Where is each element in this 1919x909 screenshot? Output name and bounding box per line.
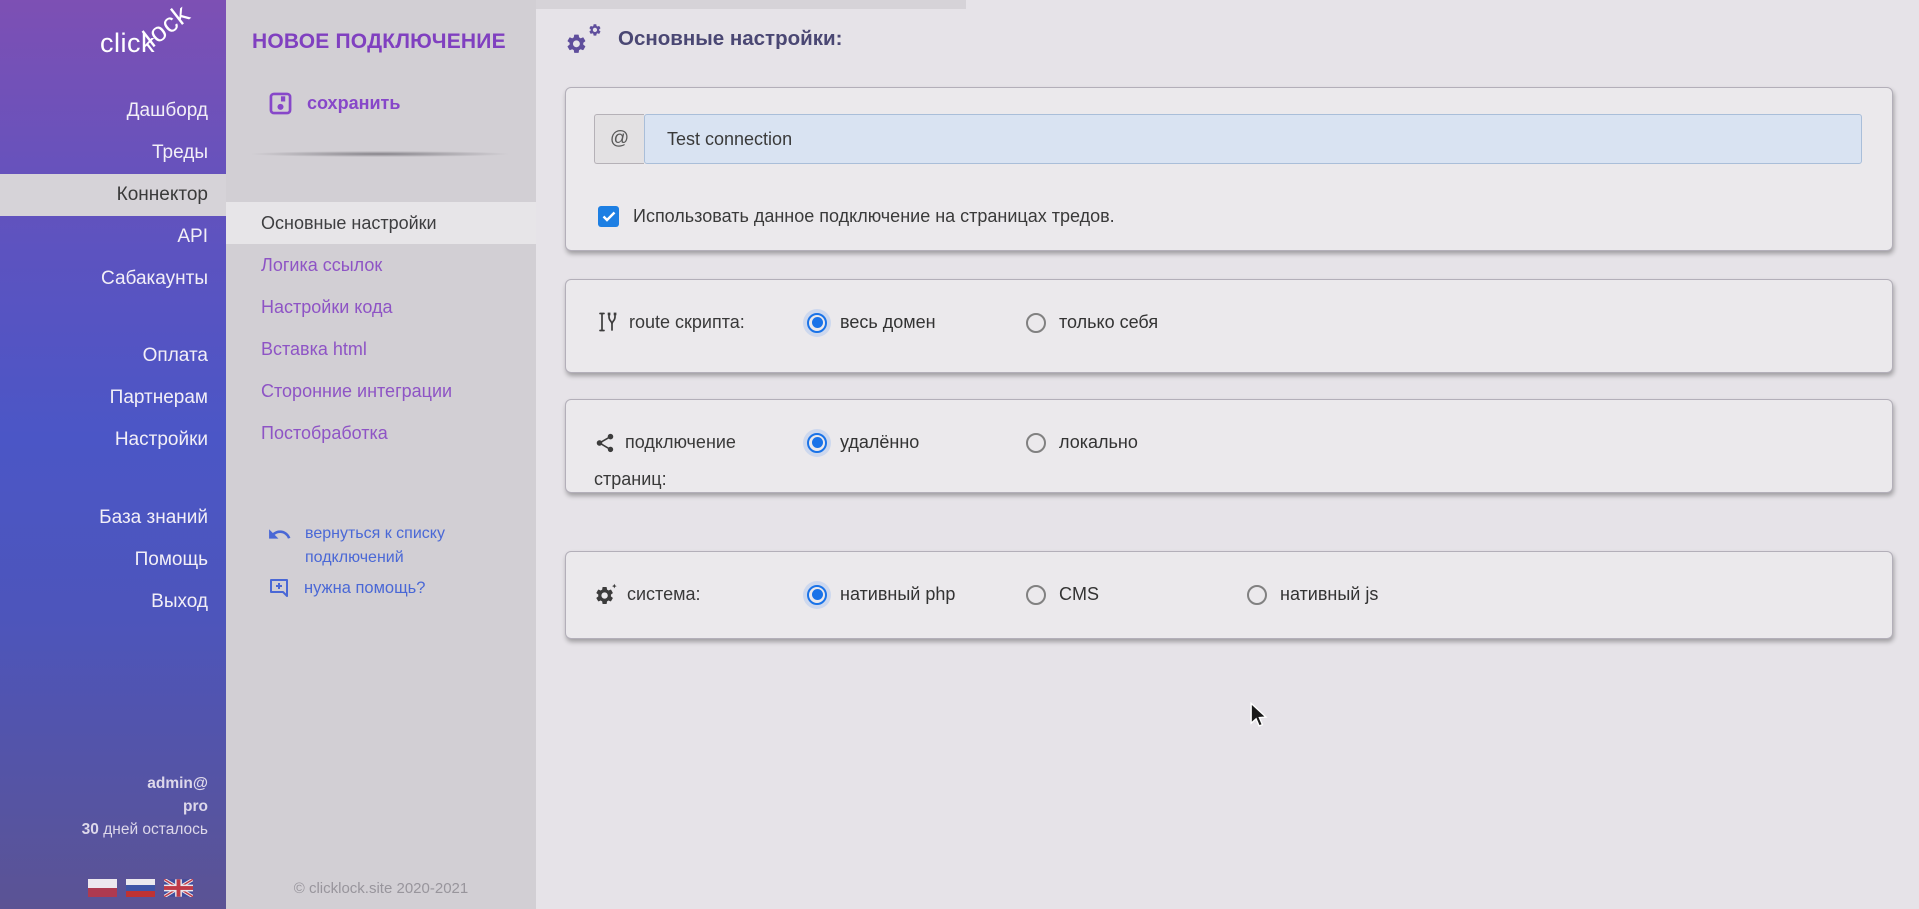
nav-basic-settings[interactable]: Основные настройки [226, 202, 536, 244]
page-connection-label: подключение страниц: [594, 424, 779, 498]
radio-selected[interactable] [807, 585, 827, 605]
sidebar-item-subaccounts[interactable]: Сабакаунты [0, 258, 226, 300]
radio-label: нативный php [840, 584, 955, 605]
sidebar-item-api[interactable]: API [0, 216, 226, 258]
top-edge-shadow [536, 0, 966, 9]
mouse-cursor [1246, 702, 1270, 728]
radio-label: только себя [1059, 312, 1158, 333]
account-info: admin@ pro 30 дней осталось [82, 772, 208, 841]
gears-icon [565, 22, 605, 56]
radio-option-only-self[interactable]: только себя [1026, 312, 1158, 333]
share-icon [594, 432, 616, 454]
radio-selected[interactable] [807, 433, 827, 453]
radio-option-whole-domain[interactable]: весь домен [807, 312, 936, 333]
threads-checkbox-label: Использовать данное подключение на стран… [633, 206, 1115, 227]
save-button[interactable]: сохранить [267, 90, 400, 117]
back-to-connections-link[interactable]: вернуться к списку подключений [267, 522, 510, 570]
sidebar-menu: Дашборд Треды Коннектор API Сабакаунты О… [0, 90, 226, 623]
system-label-text: система: [627, 584, 701, 604]
radio-option-cms[interactable]: CMS [1026, 584, 1099, 605]
uk-flag[interactable] [164, 879, 193, 897]
radio-option-remote[interactable]: удалённо [807, 432, 919, 453]
connection-panel: НОВОЕ ПОДКЛЮЧЕНИЕ сохранить Основные нас… [226, 0, 536, 909]
radio-unselected[interactable] [1026, 585, 1046, 605]
save-button-label: сохранить [307, 93, 400, 114]
nav-link-logic[interactable]: Логика ссылок [226, 244, 536, 286]
sidebar-item-threads[interactable]: Треды [0, 132, 226, 174]
threads-checkbox-row: Использовать данное подключение на стран… [598, 206, 1115, 227]
poland-flag[interactable] [88, 879, 117, 897]
page-connection-card: подключение страниц: удалённо локально [565, 399, 1893, 493]
account-login: admin@ [82, 772, 208, 795]
radio-unselected[interactable] [1026, 433, 1046, 453]
threads-checkbox[interactable] [598, 206, 619, 227]
nav-postprocessing[interactable]: Постобработка [226, 412, 536, 454]
nav-third-party[interactable]: Сторонние интеграции [226, 370, 536, 412]
radio-label: локально [1059, 432, 1138, 453]
connection-name-group: @ [594, 114, 1862, 164]
days-number: 30 [82, 821, 99, 838]
page-heading: Основные настройки: [565, 22, 842, 56]
undo-arrow-icon [267, 522, 292, 547]
save-floppy-icon [267, 90, 294, 117]
sidebar-item-help[interactable]: Помощь [0, 539, 226, 581]
radio-unselected[interactable] [1026, 313, 1046, 333]
radio-label: нативный js [1280, 584, 1378, 605]
route-script-label-text: route скрипта: [629, 312, 745, 332]
russia-flag[interactable] [126, 879, 155, 897]
radio-option-native-php[interactable]: нативный php [807, 584, 955, 605]
radio-unselected[interactable] [1247, 585, 1267, 605]
main-content: Основные настройки: @ Использовать данно… [536, 0, 1919, 909]
sidebar-item-partners[interactable]: Партнерам [0, 377, 226, 419]
sidebar-item-logout[interactable]: Выход [0, 581, 226, 623]
section-nav: Основные настройки Логика ссылок Настрой… [226, 202, 536, 454]
checkmark-icon [602, 211, 616, 222]
radio-option-native-js[interactable]: нативный js [1247, 584, 1378, 605]
route-script-label: route скрипта: [594, 304, 779, 341]
nav-html-insert[interactable]: Вставка html [226, 328, 536, 370]
connection-name-card: @ Использовать данное подключение на стр… [565, 87, 1893, 251]
add-comment-icon [267, 576, 291, 600]
connection-name-input[interactable] [644, 114, 1862, 164]
copyright: © clicklock.site 2020-2021 [226, 880, 536, 897]
days-text: дней осталось [99, 821, 208, 838]
radio-label: удалённо [840, 432, 919, 453]
route-icon [594, 310, 620, 334]
sidebar-item-payment[interactable]: Оплата [0, 335, 226, 377]
radio-option-local[interactable]: локально [1026, 432, 1138, 453]
sidebar-item-settings[interactable]: Настройки [0, 419, 226, 461]
sidebar-item-dashboard[interactable]: Дашборд [0, 90, 226, 132]
system-label: система: [594, 576, 779, 613]
settings-suggest-icon [594, 583, 618, 606]
need-help-link[interactable]: нужна помощь? [267, 576, 425, 600]
panel-divider [252, 151, 508, 157]
back-link-label: вернуться к списку подключений [305, 522, 510, 570]
uk-flag-icon [164, 879, 193, 897]
language-switcher [88, 879, 193, 897]
at-sign-addon: @ [594, 114, 644, 164]
help-link-label: нужна помощь? [304, 579, 425, 598]
radio-label: весь домен [840, 312, 936, 333]
radio-selected[interactable] [807, 313, 827, 333]
radio-label: CMS [1059, 584, 1099, 605]
sidebar-item-knowledge-base[interactable]: База знаний [0, 497, 226, 539]
nav-code-settings[interactable]: Настройки кода [226, 286, 536, 328]
account-days-left: 30 дней осталось [82, 818, 208, 841]
account-plan: pro [82, 795, 208, 818]
clicklock-logo[interactable]: click lock [0, 0, 226, 80]
route-script-card: route скрипта: весь домен только себя [565, 279, 1893, 373]
sidebar: click lock Дашборд Треды Коннектор API С… [0, 0, 226, 909]
clicklock-connector-page: { "colors": { "accent_purple": "#8747c9"… [0, 0, 1919, 909]
panel-title: НОВОЕ ПОДКЛЮЧЕНИЕ [252, 30, 506, 54]
page-title: Основные настройки: [618, 27, 842, 51]
system-card: система: нативный php CMS нативный js [565, 551, 1893, 639]
sidebar-item-connector[interactable]: Коннектор [0, 174, 226, 216]
